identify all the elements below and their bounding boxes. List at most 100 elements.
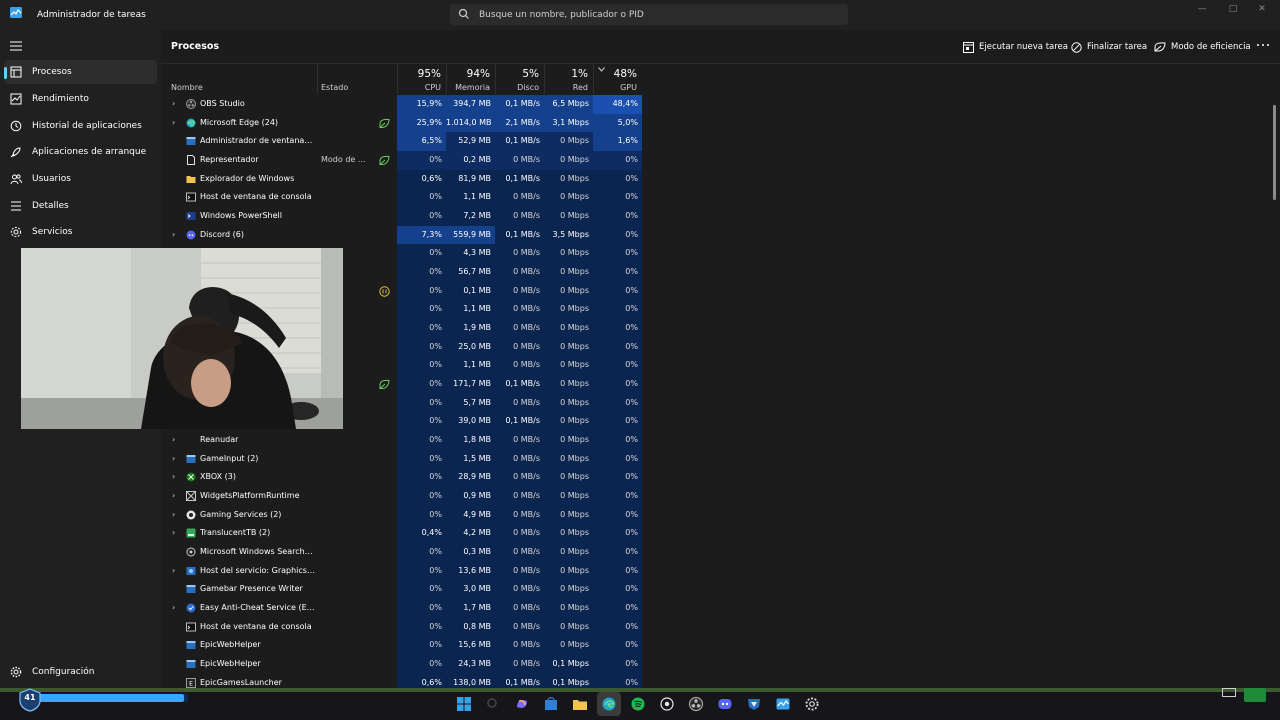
cell-cpu: 0% <box>397 449 446 469</box>
cell-mem: 0,2 MB <box>446 151 495 170</box>
users-icon <box>10 174 22 185</box>
table-row[interactable]: Windows PowerShell 0% 7,2 MB 0 MB/s 0 Mbps 0% <box>161 207 1280 226</box>
processes-icon <box>10 66 22 78</box>
column-header-status[interactable]: Estado <box>311 64 397 94</box>
table-row[interactable]: › Discord (6) 7,3% 559,9 MB 0,1 MB/s 3,5 Mbps… <box>161 225 1280 245</box>
cell-cpu: 0% <box>397 617 446 637</box>
column-header-cpu[interactable]: 95% CPU <box>397 64 446 94</box>
cell-disk: 0 MB/s <box>495 505 544 525</box>
sidebar-item-label: Detalles <box>32 201 69 211</box>
taskbar-file-explorer-icon[interactable] <box>568 692 592 716</box>
table-row[interactable]: › XBOX (3) 0% 28,9 MB 0 MB/s 0 Mbps 0% <box>161 468 1280 488</box>
cell-cpu: 0% <box>397 244 446 264</box>
process-name: GameInput (2) <box>200 453 259 463</box>
end-task-button[interactable]: Finalizar tarea <box>1071 40 1147 54</box>
column-header-disk[interactable]: 5% Disco <box>495 64 544 94</box>
cell-disk: 0 MB/s <box>495 337 544 357</box>
cell-net: 0,1 Mbps <box>544 655 593 674</box>
table-row[interactable]: › OBS Studio 15,9% 394,7 MB 0,1 MB/s 6,5 Mbps… <box>161 95 1280 114</box>
column-header-network[interactable]: 1% Red <box>544 64 593 94</box>
run-new-task-button[interactable]: Ejecutar nueva tarea <box>963 40 1068 54</box>
maximize-button[interactable]: □ <box>1225 4 1241 16</box>
taskbar-obs-icon[interactable] <box>684 692 708 716</box>
taskbar-discord-icon[interactable] <box>713 692 737 716</box>
taskbar-settings-icon[interactable] <box>800 692 824 716</box>
expand-chevron-icon[interactable]: › <box>172 450 180 469</box>
sidebar-item-servicios[interactable]: Servicios <box>4 220 157 244</box>
tray-app-icon[interactable] <box>1244 688 1266 702</box>
expand-chevron-icon[interactable]: › <box>172 487 180 506</box>
table-row[interactable]: Administrador de ventanas de... 6,5%52,9 … <box>161 132 1280 151</box>
cell-cpu: 0% <box>397 300 446 320</box>
column-header-name[interactable]: Nombre <box>161 64 318 94</box>
search-gear-icon <box>186 547 196 557</box>
close-button[interactable]: ✕ <box>1254 4 1270 16</box>
cell-cpu: 6,5% <box>397 132 446 151</box>
table-row[interactable]: ›Host del servicio: GraphicsPerf...0%13,… <box>161 561 1280 581</box>
edge-icon <box>602 697 616 711</box>
expand-chevron-icon[interactable]: › <box>172 431 180 450</box>
taskbar-copilot-icon[interactable] <box>510 692 534 716</box>
sidebar-item-usuarios[interactable]: Usuarios <box>4 167 157 191</box>
sidebar-item-rendimiento[interactable]: Rendimiento <box>4 87 157 111</box>
table-row[interactable]: › WidgetsPlatformRuntime 0% 0,9 MB 0 MB/s 0 M… <box>161 487 1280 506</box>
expand-chevron-icon[interactable]: › <box>172 226 180 245</box>
table-row[interactable]: › GameInput (2) 0% 1,5 MB 0 MB/s 0 Mbps 0% <box>161 449 1280 469</box>
taskbar-task-manager-icon[interactable] <box>771 692 795 716</box>
table-row[interactable]: Gamebar Presence Writer 0% 3,0 MB 0 MB/s 0 M… <box>161 580 1280 600</box>
table-row[interactable]: › Gaming Services (2) 0% 4,9 MB 0 MB/s 0 Mbps… <box>161 505 1280 525</box>
expand-chevron-icon[interactable]: › <box>172 468 180 487</box>
cell-cpu: 0% <box>397 337 446 357</box>
paused-icon <box>379 285 390 297</box>
expand-chevron-icon[interactable]: › <box>172 114 180 133</box>
search-input[interactable] <box>479 6 839 23</box>
taskbar-rocket-league-icon[interactable] <box>742 692 766 716</box>
sidebar-item-detalles[interactable]: Detalles <box>4 194 157 218</box>
taskbar-steam-icon[interactable] <box>655 692 679 716</box>
notification-icon[interactable] <box>1222 688 1236 698</box>
taskbar-edge-icon[interactable] <box>597 692 621 716</box>
table-row[interactable]: ›Easy Anti-Cheat Service (EOS) ...0%1,7 … <box>161 599 1280 618</box>
cell-net: 0 Mbps <box>544 263 593 282</box>
table-row[interactable]: Microsoft Windows Search Pr... 0% 0,3 MB 0 … <box>161 543 1280 562</box>
table-row[interactable]: Explorador de Windows 0,6% 81,9 MB 0,1 MB/s… <box>161 169 1280 189</box>
table-row[interactable]: › TranslucentTB (2) 0,4% 4,2 MB 0 MB/s 0 Mbps… <box>161 524 1280 544</box>
column-header-memory[interactable]: 94% Memoria <box>446 64 495 94</box>
taskbar-spotify-icon[interactable] <box>626 692 650 716</box>
cell-disk: 0 MB/s <box>495 151 544 170</box>
cell-mem: 1,7 MB <box>446 599 495 618</box>
obs-icon <box>186 99 196 109</box>
taskbar-taskbar-search-icon[interactable] <box>481 692 505 716</box>
table-row[interactable]: › Reanudar 0% 1,8 MB 0 MB/s 0 Mbps 0% <box>161 431 1280 450</box>
hamburger-menu-icon[interactable] <box>10 41 22 51</box>
cell-cpu: 0% <box>397 468 446 488</box>
discord-icon <box>718 699 732 709</box>
cell-mem: 1,1 MB <box>446 300 495 320</box>
expand-chevron-icon[interactable]: › <box>172 562 180 581</box>
table-row[interactable]: EpicWebHelper 0% 24,3 MB 0 MB/s 0,1 Mbps 0% <box>161 655 1280 674</box>
expand-chevron-icon[interactable]: › <box>172 506 180 525</box>
table-row[interactable]: Representador Modo de ... 0% 0,2 MB 0 MB/s 0 … <box>161 151 1280 170</box>
sidebar-item-arranque[interactable]: Aplicaciones de arranque <box>4 140 157 164</box>
expand-chevron-icon[interactable]: › <box>172 524 180 543</box>
taskbar-store-icon[interactable] <box>539 692 563 716</box>
efficiency-mode-button[interactable]: Modo de eficiencia <box>1154 40 1251 54</box>
sidebar-item-historial[interactable]: Historial de aplicaciones <box>4 114 157 138</box>
sidebar-item-configuracion[interactable]: Configuración <box>4 660 157 684</box>
taskbar-windows-start-icon[interactable] <box>452 692 476 716</box>
table-row[interactable]: › Microsoft Edge (24) 25,9% 1.014,0 MB 2,1 M… <box>161 113 1280 133</box>
cell-gpu: 0% <box>593 412 642 432</box>
table-row[interactable]: Host de ventana de consola 0% 0,8 MB 0 MB/s… <box>161 617 1280 637</box>
expand-chevron-icon[interactable]: › <box>172 95 180 114</box>
sidebar-item-procesos[interactable]: Procesos <box>4 60 157 84</box>
table-row[interactable]: EpicWebHelper 0% 15,6 MB 0 MB/s 0 Mbps 0% <box>161 636 1280 656</box>
epic-icon: E <box>186 677 196 688</box>
table-row[interactable]: Host de ventana de consola 0% 1,1 MB 0 MB/s… <box>161 188 1280 207</box>
search-box[interactable] <box>450 4 848 25</box>
more-options-icon[interactable] <box>1256 40 1270 50</box>
cell-gpu: 0% <box>593 263 642 282</box>
cell-gpu: 0% <box>593 207 642 226</box>
scrollbar-thumb[interactable] <box>1273 105 1276 200</box>
expand-chevron-icon[interactable]: › <box>172 599 180 618</box>
minimize-button[interactable]: — <box>1194 4 1210 16</box>
